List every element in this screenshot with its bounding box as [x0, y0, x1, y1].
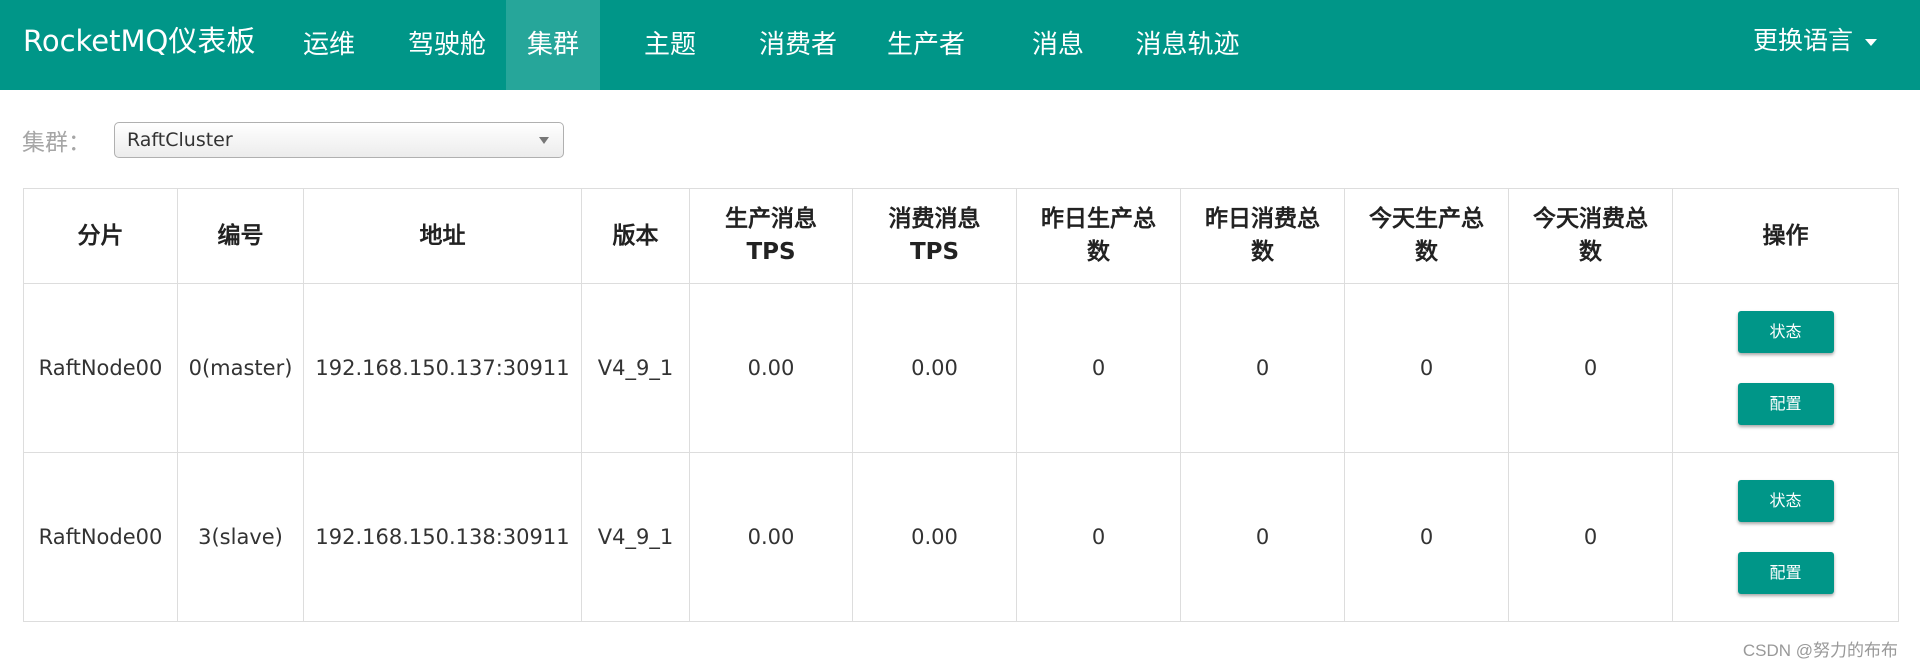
cell-version: V4_9_1 — [581, 452, 690, 622]
cluster-filter: 集群： RaftCluster — [22, 122, 564, 158]
cell-produce-tps: 0.00 — [689, 452, 853, 622]
status-button[interactable]: 状态 — [1737, 311, 1834, 353]
config-button[interactable]: 配置 — [1737, 552, 1834, 594]
watermark: CSDN @努力的布布 — [1742, 641, 1898, 660]
cluster-select[interactable]: RaftCluster — [114, 122, 564, 158]
column-header-address: 地址 — [303, 188, 582, 284]
nav-item-message[interactable]: 消息 — [996, 0, 1120, 90]
table-row: RaftNode00 3(slave) 192.168.150.138:3091… — [23, 452, 1899, 622]
column-header-id: 编号 — [177, 188, 304, 284]
config-button[interactable]: 配置 — [1737, 383, 1834, 425]
column-header-actions: 操作 — [1672, 188, 1899, 284]
column-header-consume-tps: 消费消息TPS — [852, 188, 1017, 284]
column-header-today-produce: 今天生产总数 — [1344, 188, 1509, 284]
cluster-label: 集群： — [22, 130, 91, 156]
cell-produce-tps: 0.00 — [689, 283, 853, 453]
cell-yesterday-consume: 0 — [1180, 283, 1345, 453]
status-button[interactable]: 状态 — [1737, 480, 1834, 522]
column-header-today-consume: 今天消费总数 — [1508, 188, 1673, 284]
cell-actions: 状态 配置 — [1672, 452, 1899, 622]
column-header-shard: 分片 — [23, 188, 178, 284]
column-header-produce-tps: 生产消息TPS — [689, 188, 853, 284]
cell-today-consume: 0 — [1508, 452, 1673, 622]
table-row: RaftNode00 0(master) 192.168.150.137:309… — [23, 283, 1899, 453]
nav-menu: 运维 驾驶舱 集群 主题 消费者 生产者 消息 消息轨迹 — [270, 0, 1255, 90]
column-header-yesterday-consume: 昨日消费总数 — [1180, 188, 1345, 284]
cell-address: 192.168.150.138:30911 — [303, 452, 582, 622]
table-header-row: 分片 编号 地址 版本 生产消息TPS 消费消息TPS 昨日生产总数 昨日消费总… — [23, 188, 1899, 284]
language-dropdown[interactable]: 更换语言 — [1753, 0, 1877, 82]
nav-item-consumer[interactable]: 消费者 — [740, 0, 856, 90]
cell-address: 192.168.150.137:30911 — [303, 283, 582, 453]
nav-item-message-trace[interactable]: 消息轨迹 — [1120, 0, 1255, 90]
nav-item-cockpit[interactable]: 驾驶舱 — [388, 0, 506, 90]
cell-version: V4_9_1 — [581, 283, 690, 453]
nav-item-ops[interactable]: 运维 — [270, 0, 388, 90]
nav-item-topic[interactable]: 主题 — [600, 0, 740, 90]
cell-id: 0(master) — [177, 283, 304, 453]
broker-table: 分片 编号 地址 版本 生产消息TPS 消费消息TPS 昨日生产总数 昨日消费总… — [23, 188, 1899, 622]
cell-today-produce: 0 — [1344, 283, 1509, 453]
cell-consume-tps: 0.00 — [852, 283, 1017, 453]
caret-down-icon — [1865, 39, 1877, 46]
cell-today-produce: 0 — [1344, 452, 1509, 622]
cell-consume-tps: 0.00 — [852, 452, 1017, 622]
nav-item-cluster[interactable]: 集群 — [506, 0, 600, 90]
top-navbar: RocketMQ仪表板 运维 驾驶舱 集群 主题 消费者 生产者 消息 消息轨迹… — [0, 0, 1920, 90]
column-header-yesterday-produce: 昨日生产总数 — [1016, 188, 1181, 284]
cell-shard: RaftNode00 — [23, 283, 178, 453]
cell-today-consume: 0 — [1508, 283, 1673, 453]
nav-item-producer[interactable]: 生产者 — [856, 0, 996, 90]
cell-actions: 状态 配置 — [1672, 283, 1899, 453]
cell-yesterday-consume: 0 — [1180, 452, 1345, 622]
cluster-selected-value: RaftCluster — [127, 129, 233, 151]
cell-yesterday-produce: 0 — [1016, 452, 1181, 622]
dropdown-arrow-icon — [539, 137, 549, 144]
cell-shard: RaftNode00 — [23, 452, 178, 622]
app-title[interactable]: RocketMQ仪表板 — [0, 0, 270, 90]
language-label: 更换语言 — [1752, 26, 1853, 55]
cell-id: 3(slave) — [177, 452, 304, 622]
column-header-version: 版本 — [581, 188, 690, 284]
cell-yesterday-produce: 0 — [1016, 283, 1181, 453]
